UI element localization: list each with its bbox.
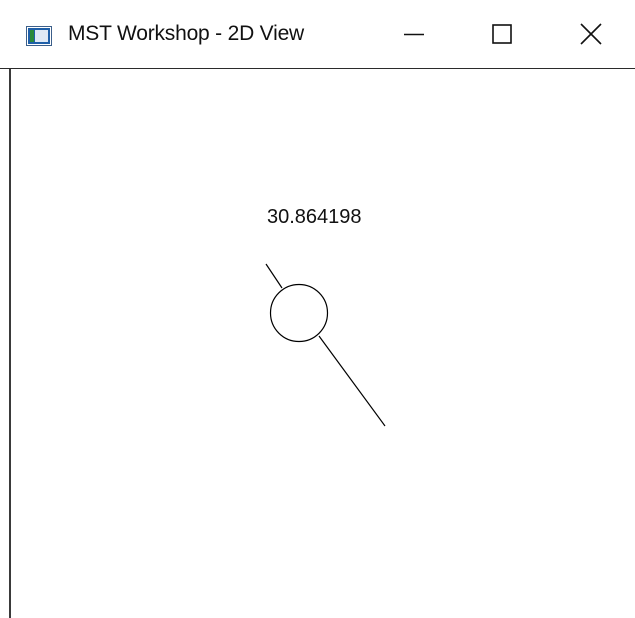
upper-line-segment (265, 263, 283, 289)
app-window: MST Workshop - 2D View 30.864198 (0, 0, 635, 618)
node-circle (269, 283, 329, 343)
lower-line-segment (318, 335, 386, 427)
drawing-layer (265, 263, 386, 427)
